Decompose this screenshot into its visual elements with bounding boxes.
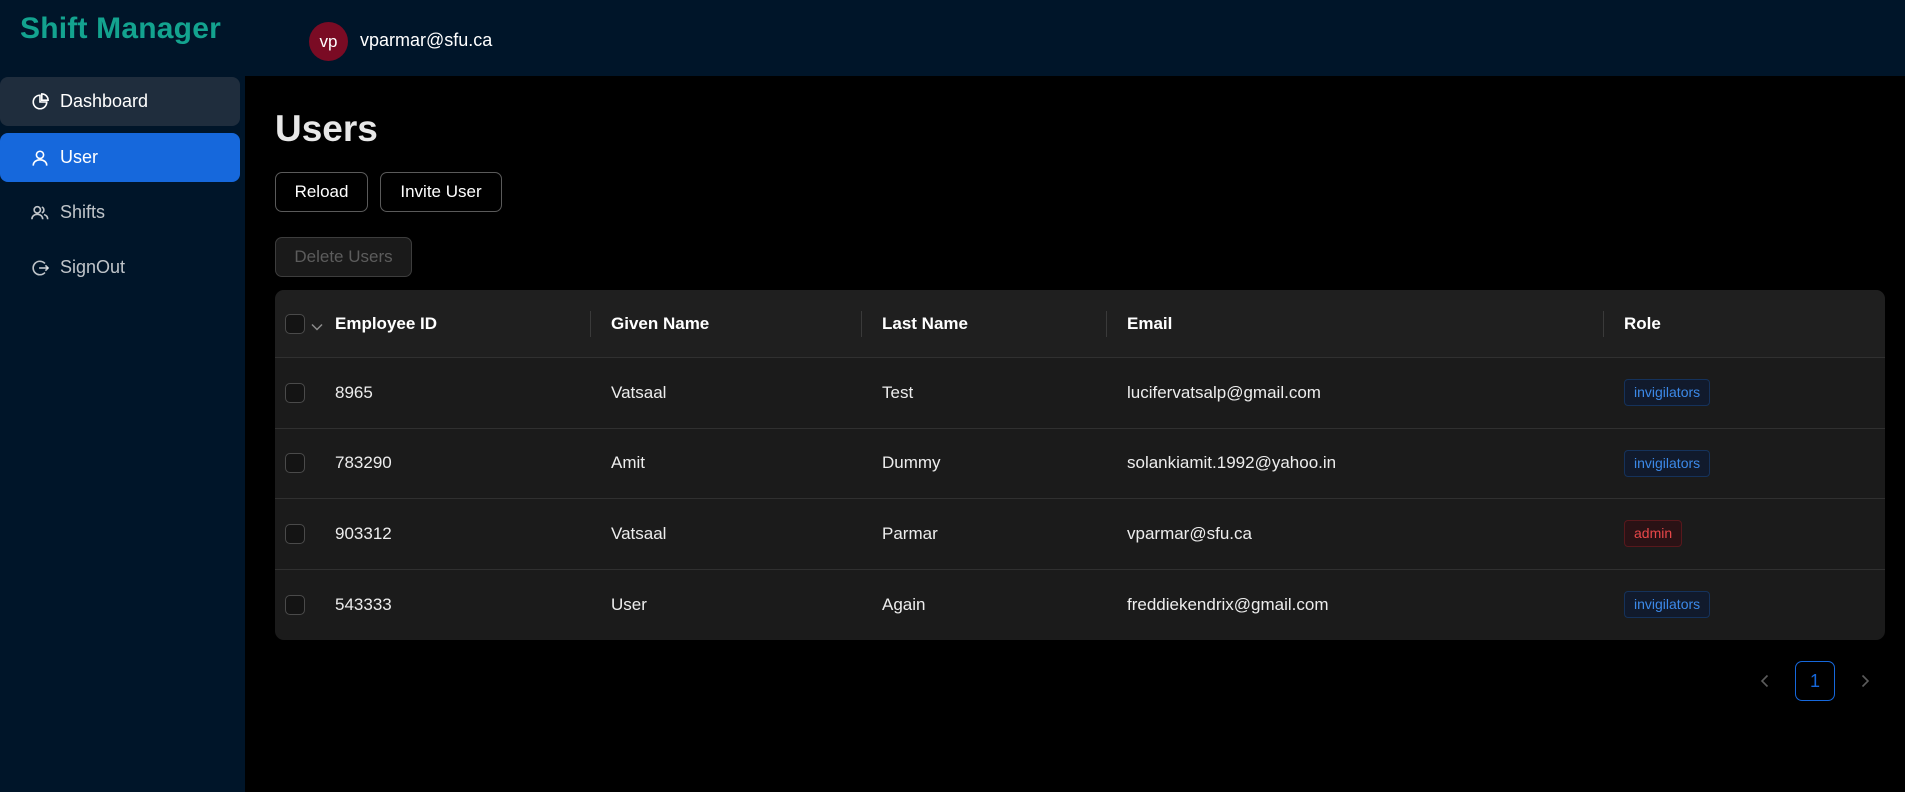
last-name-cell: Parmar [882, 523, 938, 543]
selection-dropdown-chevron-down-icon[interactable] [311, 319, 323, 331]
column-divider [861, 311, 862, 337]
column-divider [590, 311, 591, 337]
column-header-last-name[interactable]: Last Name [882, 290, 968, 357]
top-header: Shift Manager vp vparmar@sfu.ca [0, 0, 1905, 76]
select-all-checkbox[interactable] [285, 313, 305, 334]
sidebar: Dashboard User Shifts SignOut [0, 76, 245, 792]
pagination-page-current[interactable]: 1 [1795, 661, 1835, 701]
sidebar-item-user[interactable]: User [0, 133, 240, 182]
sidebar-item-label: Dashboard [60, 91, 149, 111]
email-cell: freddiekendrix@gmail.com [1127, 594, 1329, 614]
role-tag: invigilators [1624, 449, 1711, 477]
avatar[interactable]: vp [309, 22, 348, 61]
table-row[interactable]: 903312 Vatsaal Parmar vparmar@sfu.ca adm… [275, 499, 1885, 570]
sidebar-item-label: SignOut [60, 257, 126, 277]
sidebar-item-label: Shifts [60, 202, 106, 222]
sidebar-item-label: User [60, 147, 99, 167]
employee-id-cell: 903312 [335, 523, 392, 543]
row-checkbox[interactable] [285, 453, 305, 474]
sidebar-item-signout[interactable]: SignOut [0, 243, 240, 292]
table-row[interactable]: 783290 Amit Dummy solankiamit.1992@yahoo… [275, 429, 1885, 499]
table-header: Employee ID Given Name Last Name Email R… [275, 290, 1885, 358]
delete-users-button[interactable]: Delete Users [275, 237, 412, 277]
team-icon [30, 203, 50, 223]
column-divider [1603, 311, 1604, 337]
employee-id-cell: 8965 [335, 382, 373, 402]
given-name-cell: User [611, 594, 647, 614]
column-header-employee-id[interactable]: Employee ID [335, 290, 437, 357]
employee-id-cell: 543333 [335, 594, 392, 614]
email-cell: vparmar@sfu.ca [1127, 523, 1252, 543]
role-cell: admin [1624, 499, 1683, 569]
pie-chart-icon [30, 92, 50, 112]
column-header-given-name[interactable]: Given Name [611, 290, 709, 357]
column-header-email[interactable]: Email [1127, 290, 1172, 357]
current-user-email: vparmar@sfu.ca [360, 30, 493, 50]
role-tag: invigilators [1624, 591, 1711, 619]
logout-icon [30, 258, 50, 278]
role-cell: invigilators [1624, 570, 1711, 641]
employee-id-cell: 783290 [335, 453, 392, 473]
last-name-cell: Test [882, 382, 914, 402]
email-cell: solankiamit.1992@yahoo.in [1127, 453, 1337, 473]
users-table: Employee ID Given Name Last Name Email R… [275, 290, 1885, 640]
table-row[interactable]: 543333 User Again freddiekendrix@gmail.c… [275, 570, 1885, 641]
reload-button[interactable]: Reload [275, 172, 368, 212]
column-divider [1106, 311, 1107, 337]
role-cell: invigilators [1624, 429, 1711, 499]
user-icon [30, 148, 50, 168]
role-cell: invigilators [1624, 358, 1711, 428]
given-name-cell: Amit [611, 453, 645, 473]
row-checkbox[interactable] [285, 594, 305, 615]
column-header-role[interactable]: Role [1624, 290, 1661, 357]
role-tag: admin [1624, 520, 1683, 548]
sidebar-item-shifts[interactable]: Shifts [0, 188, 240, 237]
last-name-cell: Dummy [882, 453, 941, 473]
row-checkbox[interactable] [285, 382, 305, 403]
given-name-cell: Vatsaal [611, 382, 667, 402]
page-title: Users [275, 108, 378, 149]
table-row[interactable]: 8965 Vatsaal Test lucifervatsalp@gmail.c… [275, 358, 1885, 429]
email-cell: lucifervatsalp@gmail.com [1127, 382, 1321, 402]
given-name-cell: Vatsaal [611, 523, 667, 543]
last-name-cell: Again [882, 594, 926, 614]
invite-user-button[interactable]: Invite User [380, 172, 502, 212]
row-checkbox[interactable] [285, 523, 305, 544]
role-tag: invigilators [1624, 379, 1711, 407]
pagination-next-chevron-right-icon[interactable] [1855, 665, 1875, 697]
sidebar-item-dashboard[interactable]: Dashboard [0, 77, 240, 126]
pagination-prev-chevron-left-icon[interactable] [1755, 665, 1775, 697]
app-title: Shift Manager [20, 12, 221, 45]
